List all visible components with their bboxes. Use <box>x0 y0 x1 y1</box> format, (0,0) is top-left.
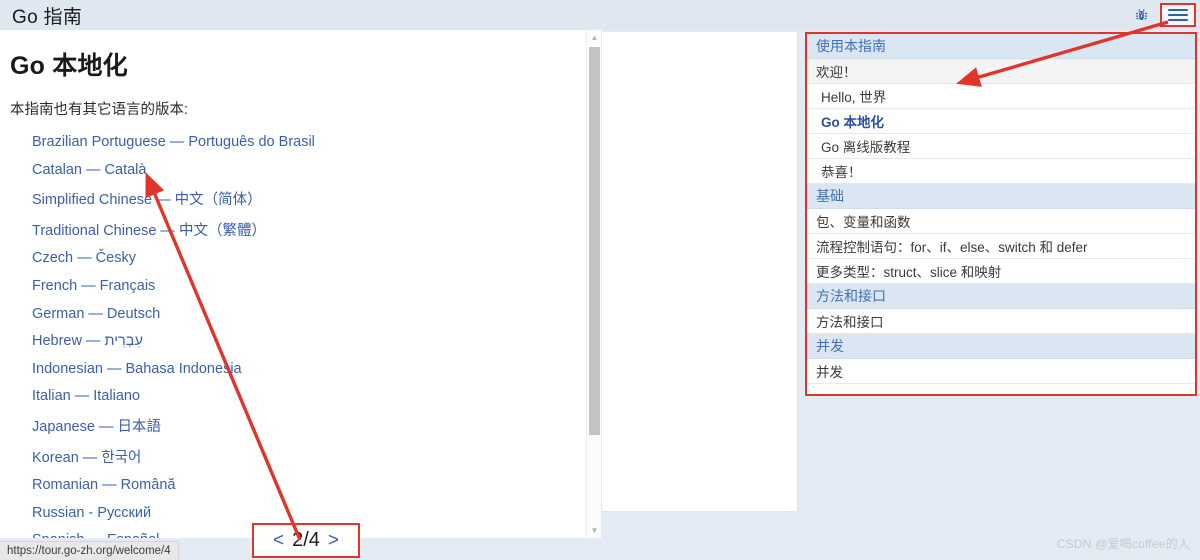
title-bar: Go 指南 <box>0 0 1200 30</box>
hamburger-menu-icon[interactable] <box>1160 3 1196 27</box>
language-link[interactable]: Simplified Chinese — 中文（简体） <box>32 192 262 208</box>
vertical-scrollbar[interactable]: ▲ ▼ <box>586 30 601 538</box>
list-item: Romanian — Română <box>32 476 568 494</box>
list-item: Korean — 한국어 <box>32 446 568 467</box>
toc-item[interactable]: 包、变量和函数 <box>807 209 1195 234</box>
list-item: Catalan — Català <box>32 161 568 179</box>
page-title: Go 指南 <box>12 6 83 28</box>
next-page-button[interactable]: > <box>328 530 339 552</box>
document-heading: Go 本地化 <box>10 52 128 80</box>
list-item: Indonesian — Bahasa Indonesia <box>32 360 568 378</box>
toc-item[interactable]: 流程控制语句：for、if、else、switch 和 defer <box>807 234 1195 259</box>
toc-section-header: 并发 <box>807 334 1195 359</box>
list-item: Russian - Русский <box>32 504 568 522</box>
list-item: French — Français <box>32 277 568 295</box>
language-link[interactable]: Indonesian — Bahasa Indonesia <box>32 361 242 377</box>
list-item: Hebrew — עִבְרִית <box>32 332 568 350</box>
table-of-contents: 使用本指南 欢迎！ Hello, 世界 Go 本地化 Go 离线版教程 恭喜！ 基础 包、变量… <box>805 32 1197 396</box>
toc-section-header: 使用本指南 <box>807 34 1195 59</box>
toc-item[interactable]: 恭喜！ <box>807 159 1195 184</box>
app-window: Go 指南 Go 本地化 本指南也有其它语言的版本: Brazilian Por… <box>0 0 1200 560</box>
language-link[interactable]: German — Deutsch <box>32 306 160 322</box>
title-bar-actions <box>1128 0 1196 30</box>
toc-section-header: 方法和接口 <box>807 284 1195 309</box>
language-list: Brazilian Portuguese — Português do Bras… <box>32 133 568 538</box>
list-item: Traditional Chinese — 中文（繁體） <box>32 219 568 240</box>
bug-icon[interactable] <box>1128 3 1154 27</box>
language-link[interactable]: Romanian — Română <box>32 477 175 493</box>
toc-item[interactable]: Hello, 世界 <box>807 84 1195 109</box>
toc-item[interactable]: 欢迎！ <box>807 59 1195 84</box>
toc-item[interactable]: 方法和接口 <box>807 309 1195 334</box>
toc-item[interactable]: 并发 <box>807 359 1195 384</box>
language-link[interactable]: Catalan — Català <box>32 162 146 178</box>
list-item: Brazilian Portuguese — Português do Bras… <box>32 133 568 151</box>
scroll-up-arrow[interactable]: ▲ <box>587 30 602 45</box>
language-link[interactable]: Japanese — 日本語 <box>32 419 161 435</box>
language-link[interactable]: Italian — Italiano <box>32 388 140 404</box>
language-link[interactable]: Traditional Chinese — 中文（繁體） <box>32 223 266 239</box>
toc-item[interactable]: Go 离线版教程 <box>807 134 1195 159</box>
status-bar: https://tour.go-zh.org/welcome/4 <box>0 541 179 560</box>
document-body: Go 本地化 本指南也有其它语言的版本: Brazilian Portugues… <box>0 30 586 538</box>
language-link[interactable]: Russian - Русский <box>32 505 151 521</box>
document-pane: Go 本地化 本指南也有其它语言的版本: Brazilian Portugues… <box>0 30 586 538</box>
list-item: German — Deutsch <box>32 305 568 323</box>
page-counter: 2/4 <box>292 529 320 551</box>
list-item: Italian — Italiano <box>32 387 568 405</box>
watermark: CSDN @爱喝coffee的人 <box>1056 537 1190 551</box>
language-link[interactable]: Brazilian Portuguese — Português do Bras… <box>32 134 315 150</box>
list-item: Czech — Česky <box>32 249 568 267</box>
gutter-panel <box>602 32 798 512</box>
list-item: Simplified Chinese — 中文（简体） <box>32 188 568 209</box>
toc-item[interactable]: 更多类型：struct、slice 和映射 <box>807 259 1195 284</box>
status-url: https://tour.go-zh.org/welcome/4 <box>7 545 171 557</box>
hamburger-glyph <box>1168 9 1188 21</box>
document-lead: 本指南也有其它语言的版本: <box>10 102 189 118</box>
toc-item[interactable]: Go 本地化 <box>807 109 1195 134</box>
scroll-down-arrow[interactable]: ▼ <box>587 523 602 538</box>
scrollbar-thumb[interactable] <box>589 47 600 435</box>
language-link[interactable]: Spanish — Español <box>32 532 159 538</box>
language-link[interactable]: French — Français <box>32 278 155 294</box>
language-link[interactable]: Czech — Česky <box>32 250 136 266</box>
toc-section-header: 基础 <box>807 184 1195 209</box>
pagination-control: < 2/4 > <box>252 523 360 558</box>
content-gutter <box>601 30 805 538</box>
list-item: Japanese — 日本語 <box>32 415 568 436</box>
language-link[interactable]: Hebrew — עִבְרִית <box>32 333 143 349</box>
prev-page-button[interactable]: < <box>273 530 284 552</box>
language-link[interactable]: Korean — 한국어 <box>32 450 141 466</box>
